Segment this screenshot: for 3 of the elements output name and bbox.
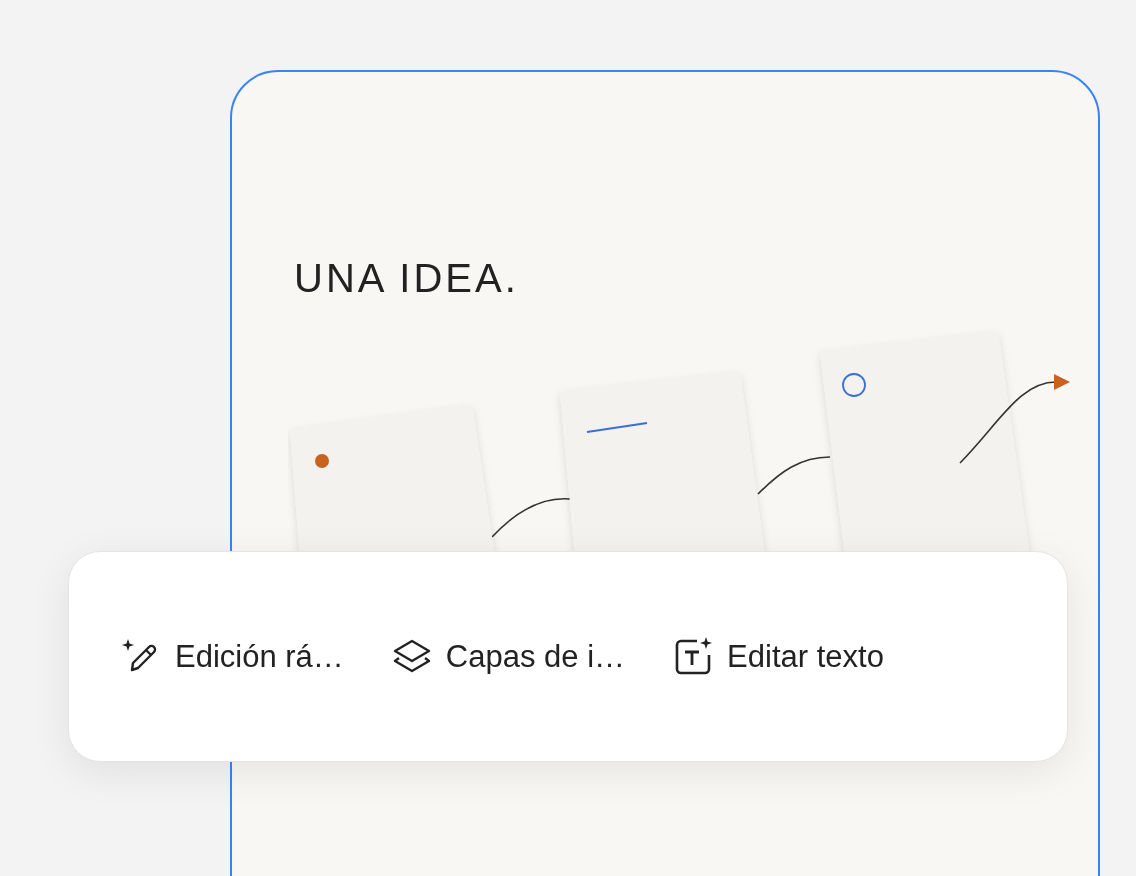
card-title: UNA IDEA. bbox=[293, 255, 520, 301]
toolbar-button[interactable]: Capas de i… bbox=[383, 634, 632, 679]
toolbar-button[interactable]: Editar texto bbox=[665, 634, 890, 679]
